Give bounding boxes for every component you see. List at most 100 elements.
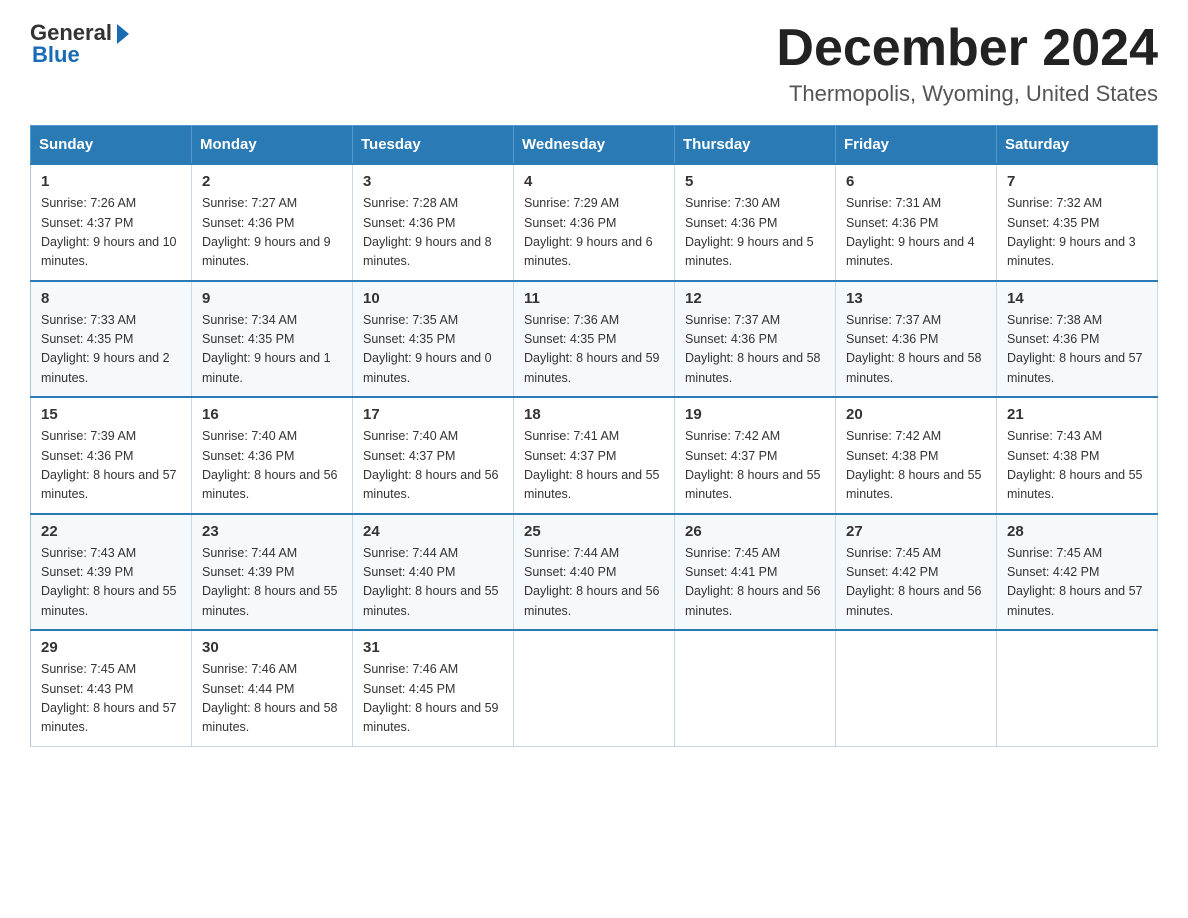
- day-number: 5: [685, 173, 825, 190]
- day-number: 31: [363, 639, 503, 656]
- day-number: 26: [685, 523, 825, 540]
- day-detail: Sunrise: 7:35 AM Sunset: 4:35 PM Dayligh…: [363, 311, 503, 389]
- day-detail: Sunrise: 7:46 AM Sunset: 4:44 PM Dayligh…: [202, 660, 342, 738]
- page-subtitle: Thermopolis, Wyoming, United States: [776, 81, 1158, 107]
- day-detail: Sunrise: 7:45 AM Sunset: 4:42 PM Dayligh…: [846, 544, 986, 622]
- day-number: 8: [41, 290, 181, 307]
- table-row: 25 Sunrise: 7:44 AM Sunset: 4:40 PM Dayli…: [514, 514, 675, 631]
- table-row: 15 Sunrise: 7:39 AM Sunset: 4:36 PM Dayli…: [31, 397, 192, 514]
- table-row: 6 Sunrise: 7:31 AM Sunset: 4:36 PM Daylig…: [836, 164, 997, 281]
- table-row: 30 Sunrise: 7:46 AM Sunset: 4:44 PM Dayli…: [192, 630, 353, 746]
- logo-blue: Blue: [32, 42, 80, 68]
- day-header-row: Sunday Monday Tuesday Wednesday Thursday…: [31, 126, 1158, 165]
- day-detail: Sunrise: 7:42 AM Sunset: 4:37 PM Dayligh…: [685, 427, 825, 505]
- day-detail: Sunrise: 7:46 AM Sunset: 4:45 PM Dayligh…: [363, 660, 503, 738]
- day-number: 22: [41, 523, 181, 540]
- day-detail: Sunrise: 7:44 AM Sunset: 4:40 PM Dayligh…: [363, 544, 503, 622]
- header: General Blue December 2024 Thermopolis, …: [30, 20, 1158, 107]
- day-number: 10: [363, 290, 503, 307]
- title-area: December 2024 Thermopolis, Wyoming, Unit…: [776, 20, 1158, 107]
- day-number: 30: [202, 639, 342, 656]
- table-row: 29 Sunrise: 7:45 AM Sunset: 4:43 PM Dayli…: [31, 630, 192, 746]
- day-detail: Sunrise: 7:45 AM Sunset: 4:43 PM Dayligh…: [41, 660, 181, 738]
- table-row: [514, 630, 675, 746]
- day-detail: Sunrise: 7:40 AM Sunset: 4:37 PM Dayligh…: [363, 427, 503, 505]
- day-detail: Sunrise: 7:39 AM Sunset: 4:36 PM Dayligh…: [41, 427, 181, 505]
- table-row: 18Sunrise: 7:41 AM Sunset: 4:37 PM Dayli…: [514, 397, 675, 514]
- day-detail: Sunrise: 7:42 AM Sunset: 4:38 PM Dayligh…: [846, 427, 986, 505]
- calendar-table: Sunday Monday Tuesday Wednesday Thursday…: [30, 125, 1158, 747]
- day-number: 4: [524, 173, 664, 190]
- table-row: 1 Sunrise: 7:26 AM Sunset: 4:37 PM Daylig…: [31, 164, 192, 281]
- table-row: 9 Sunrise: 7:34 AM Sunset: 4:35 PM Daylig…: [192, 281, 353, 398]
- day-number: 28: [1007, 523, 1147, 540]
- table-row: 20 Sunrise: 7:42 AM Sunset: 4:38 PM Dayli…: [836, 397, 997, 514]
- day-detail: Sunrise: 7:45 AM Sunset: 4:41 PM Dayligh…: [685, 544, 825, 622]
- day-number: 24: [363, 523, 503, 540]
- day-number: 6: [846, 173, 986, 190]
- day-detail: Sunrise: 7:31 AM Sunset: 4:36 PM Dayligh…: [846, 194, 986, 272]
- day-detail: Sunrise: 7:37 AM Sunset: 4:36 PM Dayligh…: [846, 311, 986, 389]
- day-detail: Sunrise: 7:26 AM Sunset: 4:37 PM Dayligh…: [41, 194, 181, 272]
- calendar-week-row: 22 Sunrise: 7:43 AM Sunset: 4:39 PM Dayli…: [31, 514, 1158, 631]
- day-detail: Sunrise: 7:29 AM Sunset: 4:36 PM Dayligh…: [524, 194, 664, 272]
- day-detail: Sunrise: 7:36 AM Sunset: 4:35 PM Dayligh…: [524, 311, 664, 389]
- table-row: 31 Sunrise: 7:46 AM Sunset: 4:45 PM Dayli…: [353, 630, 514, 746]
- day-detail: Sunrise: 7:30 AM Sunset: 4:36 PM Dayligh…: [685, 194, 825, 272]
- day-detail: Sunrise: 7:34 AM Sunset: 4:35 PM Dayligh…: [202, 311, 342, 389]
- calendar-week-row: 1 Sunrise: 7:26 AM Sunset: 4:37 PM Daylig…: [31, 164, 1158, 281]
- day-number: 11: [524, 290, 664, 307]
- page-title: December 2024: [776, 20, 1158, 77]
- day-number: 14: [1007, 290, 1147, 307]
- table-row: 3 Sunrise: 7:28 AM Sunset: 4:36 PM Daylig…: [353, 164, 514, 281]
- day-number: 12: [685, 290, 825, 307]
- day-number: 15: [41, 406, 181, 423]
- day-number: 7: [1007, 173, 1147, 190]
- day-detail: Sunrise: 7:44 AM Sunset: 4:40 PM Dayligh…: [524, 544, 664, 622]
- day-detail: Sunrise: 7:38 AM Sunset: 4:36 PM Dayligh…: [1007, 311, 1147, 389]
- table-row: 21 Sunrise: 7:43 AM Sunset: 4:38 PM Dayli…: [997, 397, 1158, 514]
- day-detail: Sunrise: 7:33 AM Sunset: 4:35 PM Dayligh…: [41, 311, 181, 389]
- table-row: 5 Sunrise: 7:30 AM Sunset: 4:36 PM Daylig…: [675, 164, 836, 281]
- day-number: 27: [846, 523, 986, 540]
- day-number: 17: [363, 406, 503, 423]
- header-thursday: Thursday: [675, 126, 836, 165]
- table-row: 14 Sunrise: 7:38 AM Sunset: 4:36 PM Dayli…: [997, 281, 1158, 398]
- table-row: 8 Sunrise: 7:33 AM Sunset: 4:35 PM Daylig…: [31, 281, 192, 398]
- table-row: 12Sunrise: 7:37 AM Sunset: 4:36 PM Dayli…: [675, 281, 836, 398]
- calendar-week-row: 8 Sunrise: 7:33 AM Sunset: 4:35 PM Daylig…: [31, 281, 1158, 398]
- table-row: 27 Sunrise: 7:45 AM Sunset: 4:42 PM Dayli…: [836, 514, 997, 631]
- day-number: 16: [202, 406, 342, 423]
- day-detail: Sunrise: 7:43 AM Sunset: 4:39 PM Dayligh…: [41, 544, 181, 622]
- logo: General Blue: [30, 20, 129, 68]
- table-row: 2Sunrise: 7:27 AM Sunset: 4:36 PM Daylig…: [192, 164, 353, 281]
- table-row: 22 Sunrise: 7:43 AM Sunset: 4:39 PM Dayli…: [31, 514, 192, 631]
- day-number: 29: [41, 639, 181, 656]
- day-detail: Sunrise: 7:40 AM Sunset: 4:36 PM Dayligh…: [202, 427, 342, 505]
- table-row: 24 Sunrise: 7:44 AM Sunset: 4:40 PM Dayli…: [353, 514, 514, 631]
- day-number: 3: [363, 173, 503, 190]
- day-detail: Sunrise: 7:28 AM Sunset: 4:36 PM Dayligh…: [363, 194, 503, 272]
- day-number: 23: [202, 523, 342, 540]
- table-row: 13Sunrise: 7:37 AM Sunset: 4:36 PM Dayli…: [836, 281, 997, 398]
- table-row: 4 Sunrise: 7:29 AM Sunset: 4:36 PM Daylig…: [514, 164, 675, 281]
- header-monday: Monday: [192, 126, 353, 165]
- day-number: 21: [1007, 406, 1147, 423]
- table-row: 11 Sunrise: 7:36 AM Sunset: 4:35 PM Dayli…: [514, 281, 675, 398]
- day-detail: Sunrise: 7:41 AM Sunset: 4:37 PM Dayligh…: [524, 427, 664, 505]
- header-sunday: Sunday: [31, 126, 192, 165]
- day-number: 1: [41, 173, 181, 190]
- table-row: 26 Sunrise: 7:45 AM Sunset: 4:41 PM Dayli…: [675, 514, 836, 631]
- header-friday: Friday: [836, 126, 997, 165]
- calendar-week-row: 29 Sunrise: 7:45 AM Sunset: 4:43 PM Dayli…: [31, 630, 1158, 746]
- day-detail: Sunrise: 7:43 AM Sunset: 4:38 PM Dayligh…: [1007, 427, 1147, 505]
- day-number: 20: [846, 406, 986, 423]
- day-detail: Sunrise: 7:45 AM Sunset: 4:42 PM Dayligh…: [1007, 544, 1147, 622]
- day-detail: Sunrise: 7:32 AM Sunset: 4:35 PM Dayligh…: [1007, 194, 1147, 272]
- day-number: 25: [524, 523, 664, 540]
- table-row: 28 Sunrise: 7:45 AM Sunset: 4:42 PM Dayli…: [997, 514, 1158, 631]
- day-number: 9: [202, 290, 342, 307]
- header-saturday: Saturday: [997, 126, 1158, 165]
- table-row: 23Sunrise: 7:44 AM Sunset: 4:39 PM Dayli…: [192, 514, 353, 631]
- table-row: 7 Sunrise: 7:32 AM Sunset: 4:35 PM Daylig…: [997, 164, 1158, 281]
